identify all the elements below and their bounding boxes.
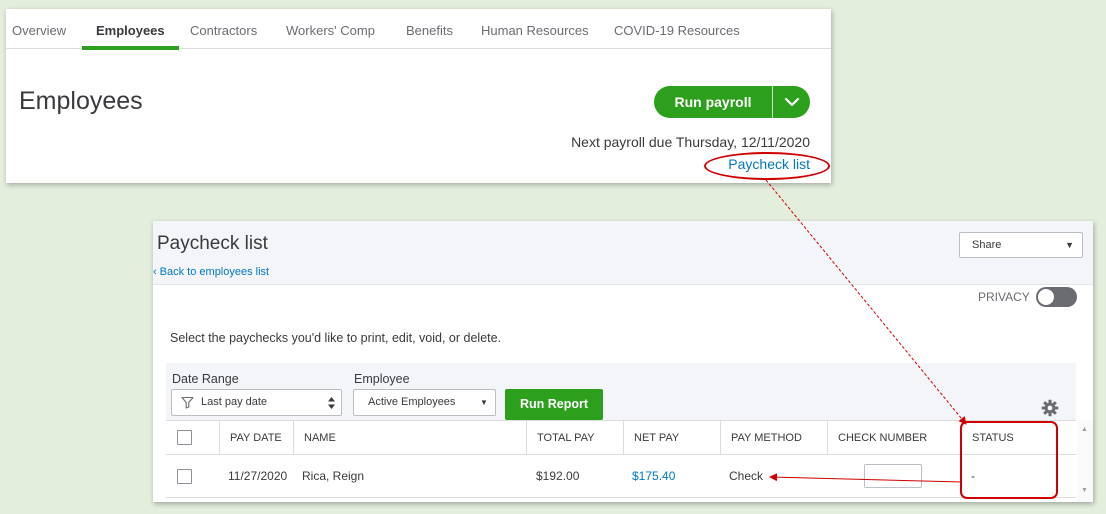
paycheck-header: Paycheck list ‹ Back to employees list Sh… — [153, 221, 1093, 285]
page-title: Employees — [19, 87, 143, 115]
back-to-employees-link[interactable]: ‹ Back to employees list — [153, 266, 269, 278]
cell-name: Rica, Reign — [302, 469, 365, 483]
table-scrollbar[interactable]: ▲ ▼ — [1077, 420, 1093, 502]
annotation-status-box — [960, 421, 1058, 499]
tab-benefits[interactable]: Benefits — [406, 9, 453, 49]
back-link-label: Back to employees list — [159, 266, 270, 278]
caret-down-icon: ▼ — [480, 398, 488, 407]
toggle-knob — [1038, 289, 1054, 305]
filter-icon — [181, 396, 194, 409]
tab-contractors[interactable]: Contractors — [190, 9, 257, 49]
gear-icon[interactable] — [1041, 399, 1059, 417]
tab-bar: Overview Employees Contractors Workers' … — [6, 9, 831, 50]
tab-covid-resources[interactable]: COVID-19 Resources — [614, 9, 740, 49]
col-pay-method[interactable]: PAY METHOD — [720, 421, 827, 454]
check-number-input[interactable] — [864, 464, 922, 488]
next-payroll-text: Next payroll due Thursday, 12/11/2020 — [571, 134, 810, 150]
col-name[interactable]: NAME — [293, 421, 526, 454]
cell-check-number — [827, 455, 961, 497]
tab-human-resources[interactable]: Human Resources — [481, 9, 589, 49]
date-range-value: Last pay date — [201, 396, 268, 408]
tab-workers-comp[interactable]: Workers' Comp — [286, 9, 375, 49]
employees-panel: Overview Employees Contractors Workers' … — [6, 9, 831, 183]
cell-net-pay[interactable]: $175.40 — [623, 455, 720, 497]
cell-pay-date: 11/27/2020 — [228, 469, 288, 483]
col-total-pay[interactable]: TOTAL PAY — [526, 421, 623, 454]
share-label: Share — [972, 239, 1002, 251]
employee-label: Employee — [354, 372, 410, 386]
select-all-cell — [166, 421, 219, 454]
scroll-down-icon[interactable]: ▼ — [1081, 487, 1088, 494]
run-report-button[interactable]: Run Report — [505, 389, 603, 420]
table-header: PAY DATE NAME TOTAL PAY NET PAY PAY METH… — [166, 420, 1076, 455]
tab-overview[interactable]: Overview — [12, 9, 66, 49]
instructions-text: Select the paychecks you'd like to print… — [170, 331, 502, 345]
cell-total-pay: $192.00 — [536, 469, 580, 483]
privacy-label: PRIVACY — [978, 290, 1030, 304]
col-check-number[interactable]: CHECK NUMBER — [827, 421, 961, 454]
cell-pay-method: Check — [729, 469, 764, 483]
select-all-checkbox[interactable] — [177, 430, 192, 445]
chevron-left-icon: ‹ — [153, 266, 157, 278]
filter-bar: Date Range Last pay date Employee Active… — [166, 363, 1076, 423]
date-range-label: Date Range — [172, 372, 239, 386]
run-payroll-dropdown-button[interactable] — [773, 86, 810, 118]
row-checkbox[interactable] — [177, 468, 192, 484]
privacy-toggle[interactable] — [1036, 287, 1077, 307]
scroll-up-icon[interactable]: ▲ — [1081, 426, 1088, 433]
share-dropdown[interactable]: Share ▼ — [959, 232, 1083, 258]
row-select-cell — [166, 455, 219, 497]
col-net-pay[interactable]: NET PAY — [623, 421, 720, 454]
sort-arrows-icon — [328, 397, 335, 409]
paycheck-list-panel: Paycheck list ‹ Back to employees list Sh… — [153, 221, 1093, 502]
employee-select[interactable]: Active Employees ▼ — [353, 389, 496, 416]
tab-employees[interactable]: Employees — [82, 9, 179, 50]
caret-down-icon: ▼ — [1065, 240, 1074, 250]
paycheck-list-title: Paycheck list — [157, 233, 268, 254]
table-row[interactable]: 11/27/2020 Rica, Reign $192.00 $175.40 C… — [166, 455, 1076, 498]
employee-value: Active Employees — [368, 396, 456, 408]
chevron-down-icon — [784, 97, 799, 107]
annotation-ellipse — [704, 152, 830, 180]
run-payroll-split-button: Run payroll — [654, 86, 810, 118]
col-pay-date[interactable]: PAY DATE — [219, 421, 293, 454]
run-payroll-button[interactable]: Run payroll — [654, 86, 772, 118]
date-range-select[interactable]: Last pay date — [171, 389, 342, 416]
